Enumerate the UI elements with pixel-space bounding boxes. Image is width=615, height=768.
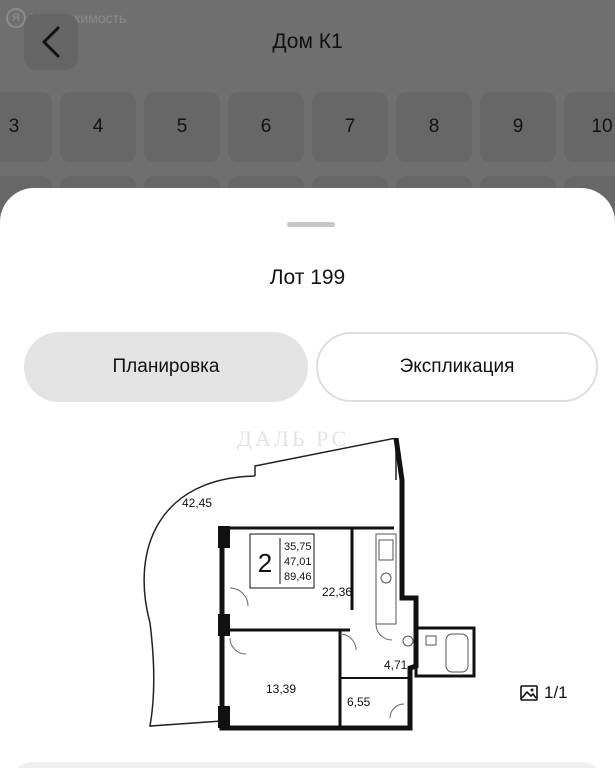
area-total-living: 35,75 [284, 541, 312, 553]
left-wall-block-2 [218, 614, 230, 636]
terrace-curve [143, 475, 256, 727]
washbasin-icon [425, 635, 437, 646]
page-title: Дом К1 [272, 30, 343, 53]
area-total: 89,46 [284, 571, 312, 583]
room-count: 2 [258, 548, 272, 578]
tab-layout[interactable]: Планировка [24, 332, 308, 402]
lot-title: Лот 199 [269, 266, 346, 289]
brand-logo: Я [6, 8, 26, 28]
door-arc [389, 703, 405, 719]
area-living: 47,01 [284, 556, 312, 568]
kitchen-area: 22,36 [322, 585, 352, 599]
image-icon [520, 685, 538, 701]
door-arc [339, 633, 357, 651]
floor-button[interactable]: 3 [0, 92, 52, 162]
image-counter-label: 1/1 [544, 683, 568, 702]
door-arc [229, 637, 247, 655]
lot-bottom-sheet: Лот 199 Планировка Экспликация ДАЛЬ РС 2… [0, 188, 615, 768]
floor-button[interactable]: 6 [228, 92, 304, 162]
door-arc [375, 623, 393, 641]
bathtub-icon [445, 633, 469, 673]
door-arc [229, 587, 249, 607]
floor-button[interactable]: 4 [60, 92, 136, 162]
terrace-area: 42,45 [182, 496, 212, 510]
sink-icon [380, 572, 392, 584]
floor-button[interactable]: 7 [312, 92, 388, 162]
terrace-outline [254, 438, 397, 480]
bottom-action-bar[interactable] [12, 762, 602, 768]
floor-plan[interactable]: 2 35,75 47,01 89,46 42,45 22,36 4,71 13,… [140, 438, 485, 743]
floor-button[interactable]: 8 [396, 92, 472, 162]
hall-area: 6,55 [347, 695, 371, 709]
floor-selector: 3 4 5 6 7 8 9 10 [0, 92, 615, 162]
bedroom-area: 13,39 [266, 682, 296, 696]
floor-button[interactable]: 10 [564, 92, 615, 162]
floor-button[interactable]: 9 [480, 92, 556, 162]
image-counter[interactable]: 1/1 [520, 683, 568, 703]
stove-icon [378, 539, 394, 561]
background-header: Я Недвижимость Дом К1 [0, 0, 615, 90]
tab-explication[interactable]: Экспликация [316, 332, 598, 402]
bathroom-area: 4,71 [384, 658, 408, 672]
sheet-drag-handle[interactable] [287, 222, 335, 227]
floor-button[interactable]: 5 [144, 92, 220, 162]
toilet-icon [402, 635, 414, 647]
view-tabs: Планировка Экспликация [24, 332, 598, 402]
left-wall-block-3 [218, 706, 230, 728]
